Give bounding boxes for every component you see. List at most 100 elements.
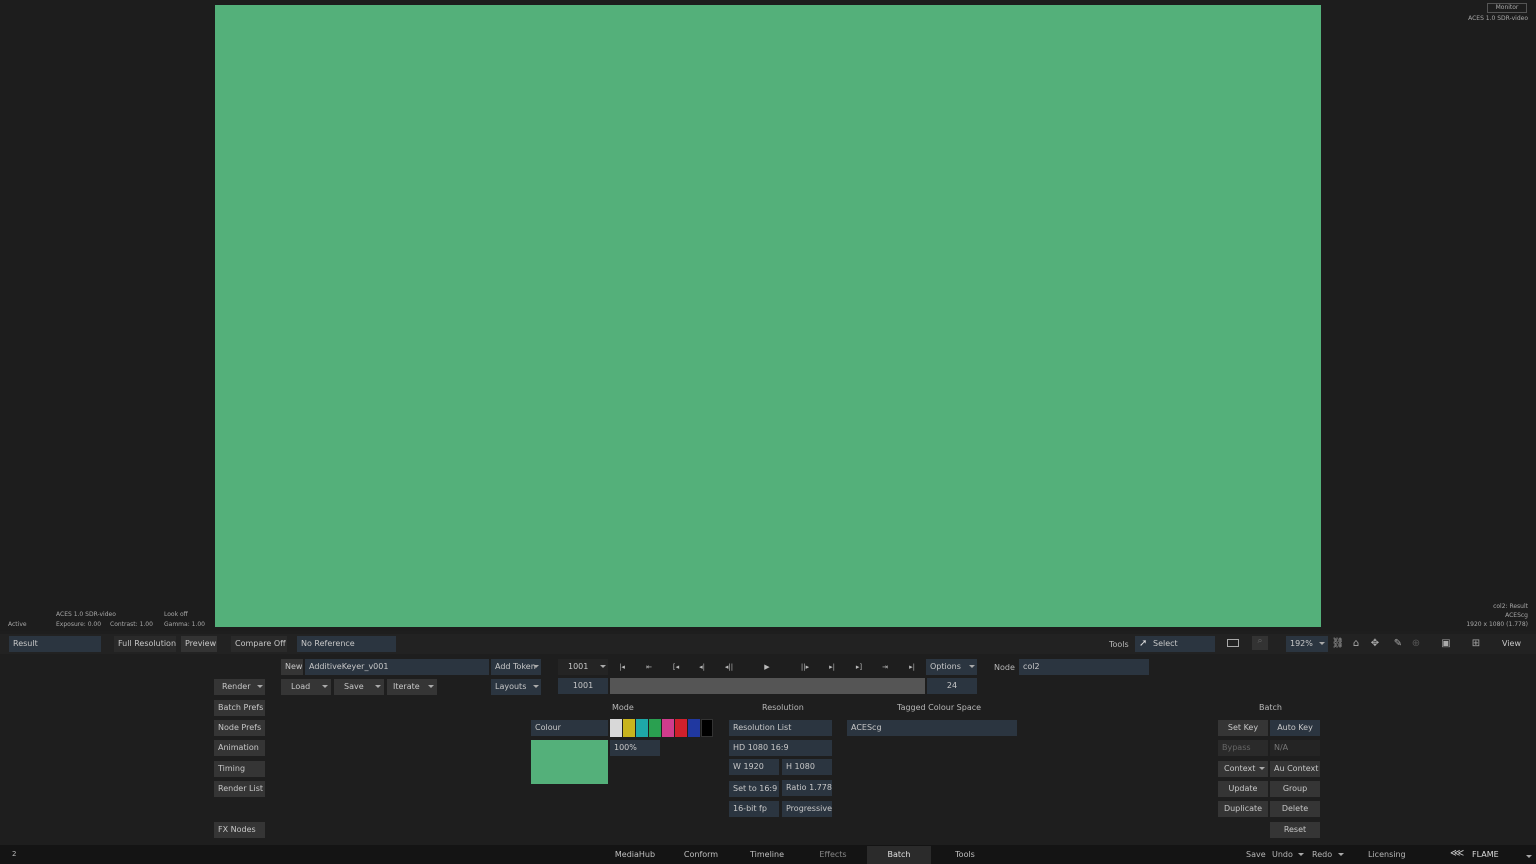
viewer-canvas[interactable] [215,5,1321,627]
prev-mark-icon[interactable]: ◂| [693,660,711,674]
chevron-down-icon [257,685,263,688]
eyedropper-icon[interactable]: ✎ [1390,637,1406,651]
tab-tools[interactable]: Tools [935,846,995,864]
goto-end-icon[interactable]: ▸| [903,660,921,674]
current-frame-field[interactable]: 1001 [558,659,608,675]
in-point-icon[interactable]: [◂ [667,660,685,674]
node-label: Node [994,663,1015,672]
goto-start-icon[interactable]: |◂ [613,660,631,674]
auto-key-button[interactable]: Auto Key [1270,720,1320,736]
scan-mode-select[interactable]: Progressive [782,801,832,817]
undo-button[interactable]: Undo [1268,848,1306,861]
reference-select[interactable]: No Reference [297,636,396,652]
node-name-field[interactable]: col2 [1019,659,1149,675]
prev-key-icon[interactable]: ⇤ [640,660,658,674]
group-button[interactable]: Group [1270,781,1320,797]
play-icon[interactable]: ▶ [758,660,776,674]
view-menu[interactable]: View [1498,636,1528,652]
iterate-button[interactable]: Iterate [387,679,437,695]
load-button[interactable]: Load [281,679,331,695]
step-back-icon[interactable]: ◂|| [720,660,738,674]
opacity-field[interactable]: 100% [610,740,660,756]
ratio-field[interactable]: Ratio 1.778 [782,780,832,796]
swatch-yellow[interactable] [623,719,635,737]
result-select[interactable]: Result [9,636,101,652]
frame-icon[interactable] [1227,639,1239,647]
licensing-button[interactable]: Licensing [1368,850,1406,859]
colour-preview[interactable] [531,740,608,784]
set-key-button[interactable]: Set Key [1218,720,1268,736]
swatch-blue[interactable] [688,719,700,737]
swatch-black[interactable] [701,719,713,737]
batch-prefs-button[interactable]: Batch Prefs [214,700,265,716]
colour-space-select[interactable]: ACEScg [847,720,1017,736]
save-batch-button[interactable]: Save [334,679,384,695]
tab-mediahub[interactable]: MediaHub [605,846,665,864]
target-icon[interactable]: ⊕ [1408,637,1424,651]
chevron-down-icon [322,685,328,688]
move-icon[interactable]: ✥ [1367,637,1383,651]
redo-button[interactable]: Redo [1308,848,1346,861]
batch-name-field[interactable]: AdditiveKeyer_v001 [305,659,489,675]
options-button[interactable]: Options [926,659,977,675]
au-context-button[interactable]: Au Context [1270,761,1320,777]
swatch-cyan[interactable] [636,719,648,737]
tab-batch[interactable]: Batch [867,846,931,864]
delete-button[interactable]: Delete [1270,801,1320,817]
end-frame-field[interactable]: 24 [927,678,977,694]
context-button[interactable]: Context [1218,761,1268,777]
chevron-down-icon[interactable] [1526,855,1532,858]
tab-effects[interactable]: Effects [803,846,863,864]
step-forward-icon[interactable]: ||▸ [796,660,814,674]
display-icon[interactable]: ▣ [1438,637,1454,651]
resolution-preset-select[interactable]: HD 1080 16:9 [729,740,832,756]
next-mark-icon[interactable]: ▸| [823,660,841,674]
height-field[interactable]: H 1080 [782,759,832,775]
iterate-label: Iterate [393,682,420,691]
start-frame-field[interactable]: 1001 [558,678,608,694]
preview-button[interactable]: Preview [181,636,217,652]
new-button[interactable]: New [281,659,303,675]
add-token-button[interactable]: Add Token [491,659,541,675]
next-key-icon[interactable]: ⇥ [876,660,894,674]
mode-select[interactable]: Colour [531,720,608,736]
width-field[interactable]: W 1920 [729,759,779,775]
out-point-icon[interactable]: ▸] [850,660,868,674]
animation-button[interactable]: Animation [214,740,265,756]
zoom-select[interactable]: 192% [1286,636,1328,652]
chevron-down-icon [1338,853,1344,856]
swatch-red[interactable] [675,719,687,737]
timeline-scrub-bar[interactable] [610,678,925,694]
tab-timeline[interactable]: Timeline [737,846,797,864]
compare-button[interactable]: Compare Off [231,636,287,652]
add-overlay-icon[interactable]: ⊞ [1468,637,1484,651]
viewer-area: Monitor ACES 1.0 SDR-video Active ACES 1… [0,0,1536,631]
chevron-down-icon [969,665,975,668]
zoom-icon[interactable]: ⌕ [1252,636,1268,650]
home-icon[interactable]: ⌂ [1348,637,1364,651]
timing-button[interactable]: Timing [214,761,265,777]
reset-button[interactable]: Reset [1270,822,1320,838]
bit-depth-select[interactable]: 16-bit fp [729,801,779,817]
chevron-down-icon [375,685,381,688]
set-ratio-button[interactable]: Set to 16:9 [729,781,779,797]
na-field: N/A [1270,740,1320,756]
bypass-button[interactable]: Bypass [1218,740,1268,756]
full-resolution-button[interactable]: Full Resolution [114,636,176,652]
tab-conform[interactable]: Conform [671,846,731,864]
swatch-white[interactable] [610,719,622,737]
swatch-magenta[interactable] [662,719,674,737]
save-button[interactable]: Save [1246,850,1266,859]
resolution-list-select[interactable]: Resolution List [729,720,832,736]
render-button[interactable]: Render [214,679,265,695]
fx-nodes-button[interactable]: FX Nodes [214,822,265,838]
link-icon[interactable]: ⛓ [1330,637,1346,651]
update-button[interactable]: Update [1218,781,1268,797]
swatch-green[interactable] [649,719,661,737]
duplicate-button[interactable]: Duplicate [1218,801,1268,817]
layouts-button[interactable]: Layouts [491,679,541,695]
monitor-label[interactable]: Monitor [1487,3,1527,13]
select-tool[interactable]: ➚ Select [1135,636,1215,652]
render-list-button[interactable]: Render List [214,781,265,797]
node-prefs-button[interactable]: Node Prefs [214,720,265,736]
